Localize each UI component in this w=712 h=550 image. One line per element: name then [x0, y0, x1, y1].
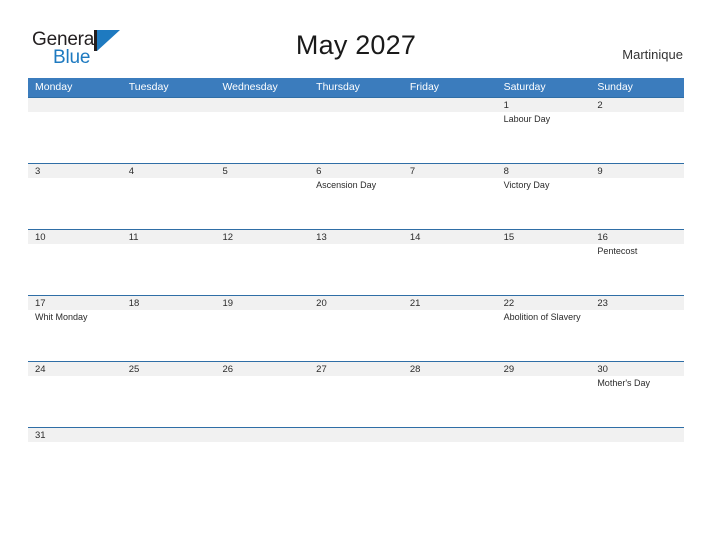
- calendar-day-cell[interactable]: [402, 98, 497, 163]
- weekday-header-wednesday: Wednesday: [222, 81, 278, 93]
- calendar-week-row: 1 Labour Day 2: [28, 97, 685, 163]
- calendar-day-cell[interactable]: 31: [28, 428, 122, 458]
- calendar-day-cell[interactable]: 20: [309, 296, 403, 361]
- day-event-label: Pentecost: [597, 246, 638, 256]
- weekday-header-saturday: Saturday: [503, 81, 546, 93]
- day-number: 5: [222, 166, 228, 177]
- calendar-week-row: 10 11 12 13 14 15 16 Pentecost: [28, 229, 685, 295]
- calendar-day-cell[interactable]: 25: [121, 362, 216, 427]
- calendar-day-cell[interactable]: 27: [309, 362, 403, 427]
- calendar-week-row: 3 4 5 6 Ascension Day 7 8 Victory Day 9: [28, 163, 685, 229]
- region-label: Martinique: [622, 47, 683, 62]
- day-number: 17: [35, 298, 46, 309]
- calendar-week-row: 31: [28, 427, 685, 458]
- weekday-header-monday: Monday: [35, 81, 73, 93]
- day-number: 27: [316, 364, 327, 375]
- calendar-day-cell[interactable]: 7: [402, 164, 497, 229]
- day-number: 12: [222, 232, 234, 243]
- calendar-day-cell[interactable]: 16 Pentecost: [590, 230, 685, 295]
- day-number: 14: [409, 232, 421, 243]
- day-number: 9: [597, 166, 603, 177]
- calendar-day-cell[interactable]: 24: [28, 362, 122, 427]
- day-event-label: Labour Day: [503, 114, 551, 124]
- calendar-day-cell[interactable]: [309, 428, 403, 458]
- day-number: 20: [316, 298, 327, 309]
- day-number: 21: [409, 298, 421, 309]
- weekday-header-tuesday: Tuesday: [128, 81, 169, 93]
- weekday-header-thursday: Thursday: [316, 81, 360, 93]
- calendar-day-cell[interactable]: [121, 98, 216, 163]
- calendar-day-cell[interactable]: 18: [121, 296, 216, 361]
- calendar-day-cell[interactable]: 17 Whit Monday: [28, 296, 122, 361]
- day-number: 6: [316, 166, 322, 177]
- calendar-day-cell[interactable]: 13: [309, 230, 403, 295]
- day-number: 7: [409, 166, 416, 177]
- calendar-day-cell[interactable]: 26: [215, 362, 310, 427]
- calendar-day-cell[interactable]: 10: [28, 230, 122, 295]
- calendar-day-cell[interactable]: 14: [402, 230, 497, 295]
- day-number: 4: [128, 166, 135, 177]
- calendar-day-cell[interactable]: 5: [215, 164, 310, 229]
- calendar-day-cell[interactable]: 1 Labour Day: [496, 98, 591, 163]
- day-number: 23: [597, 298, 608, 309]
- day-number: 13: [316, 232, 327, 243]
- calendar-day-cell[interactable]: 19: [215, 296, 310, 361]
- day-number: 28: [409, 364, 421, 375]
- day-number: 25: [128, 364, 140, 375]
- calendar-page: General Blue May 2027 Martinique Monday …: [0, 0, 712, 550]
- calendar-day-cell[interactable]: 6 Ascension Day: [309, 164, 403, 229]
- day-number: 8: [503, 166, 509, 177]
- calendar-day-cell[interactable]: 12: [215, 230, 310, 295]
- day-number: 29: [503, 364, 515, 375]
- calendar-day-cell[interactable]: 30 Mother's Day: [590, 362, 685, 427]
- day-event-label: Abolition of Slavery: [503, 312, 581, 322]
- calendar-day-cell[interactable]: 22 Abolition of Slavery: [496, 296, 591, 361]
- calendar-day-cell[interactable]: [402, 428, 497, 458]
- calendar-day-cell[interactable]: 21: [402, 296, 497, 361]
- day-number: 11: [128, 232, 139, 243]
- calendar-day-cell[interactable]: 29: [496, 362, 591, 427]
- calendar-day-cell[interactable]: 9: [590, 164, 685, 229]
- day-event-label: Victory Day: [503, 180, 550, 190]
- calendar-day-cell[interactable]: 3: [28, 164, 122, 229]
- day-number: 3: [35, 166, 41, 177]
- calendar-day-cell[interactable]: 23: [590, 296, 685, 361]
- calendar-day-cell[interactable]: [121, 428, 216, 458]
- day-number: 1: [503, 100, 509, 111]
- day-number: 22: [503, 298, 515, 309]
- day-event-label: Ascension Day: [316, 180, 377, 190]
- calendar-day-cell[interactable]: 15: [496, 230, 591, 295]
- calendar-day-cell[interactable]: [496, 428, 591, 458]
- day-number: 24: [35, 364, 46, 375]
- day-event-label: Whit Monday: [35, 312, 88, 322]
- calendar-day-cell[interactable]: 8 Victory Day: [496, 164, 591, 229]
- calendar-day-cell[interactable]: [215, 98, 310, 163]
- day-number: 18: [128, 298, 140, 309]
- day-number: 30: [597, 364, 608, 375]
- weekday-header-row: Monday Tuesday Wednesday Thursday Friday…: [28, 78, 684, 97]
- page-header: General Blue May 2027 Martinique: [0, 0, 712, 78]
- day-number: 2: [597, 100, 603, 111]
- day-number: 16: [597, 232, 608, 243]
- calendar-day-cell[interactable]: 28: [402, 362, 497, 427]
- calendar-week-row: 17 Whit Monday 18 19 20 21 22 Abolition …: [28, 295, 685, 361]
- day-event-label: Mother's Day: [597, 378, 651, 388]
- day-number: 31: [35, 430, 46, 441]
- calendar-week-row: 24 25 26 27 28 29 30 Mother's Day: [28, 361, 685, 427]
- page-title: May 2027: [295, 30, 417, 60]
- calendar-day-cell[interactable]: [28, 98, 122, 163]
- calendar-day-cell[interactable]: [590, 428, 685, 458]
- day-number: 15: [503, 232, 515, 243]
- day-number: 19: [222, 298, 234, 309]
- day-number: 10: [35, 232, 46, 243]
- weekday-header-sunday: Sunday: [597, 81, 633, 93]
- calendar-day-cell[interactable]: [215, 428, 310, 458]
- calendar-day-cell[interactable]: 2: [590, 98, 685, 163]
- day-number: 26: [222, 364, 234, 375]
- weekday-header-friday: Friday: [409, 81, 440, 93]
- calendar-day-cell[interactable]: 11: [121, 230, 216, 295]
- calendar-day-cell[interactable]: [309, 98, 403, 163]
- calendar-day-cell[interactable]: 4: [121, 164, 216, 229]
- calendar-grid: Monday Tuesday Wednesday Thursday Friday…: [28, 78, 685, 458]
